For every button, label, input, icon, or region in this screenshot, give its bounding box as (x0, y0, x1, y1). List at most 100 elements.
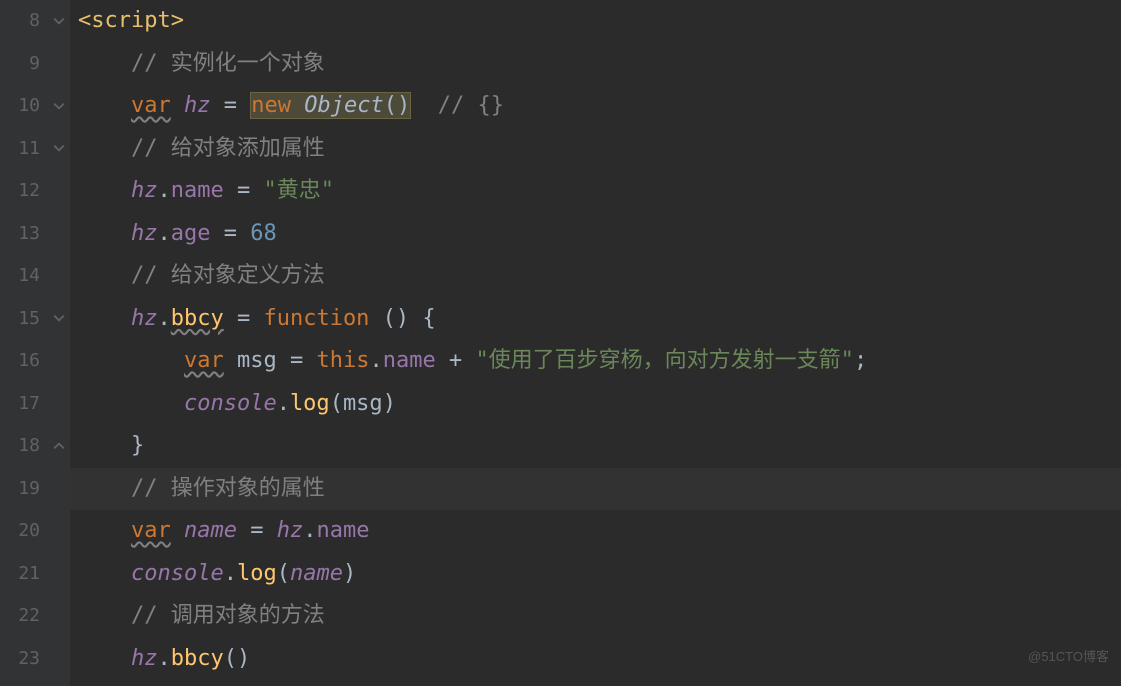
property: name (171, 178, 224, 203)
identifier: hz (131, 306, 158, 331)
code-line[interactable]: } (78, 425, 1121, 468)
keyword-var: var (131, 93, 171, 118)
code-line[interactable]: var name = hz.name (78, 510, 1121, 553)
comment-marker: // (131, 51, 158, 76)
line-number: 16 (0, 340, 40, 383)
code-line[interactable]: // 给对象添加属性 (78, 128, 1121, 171)
code-line[interactable]: hz.bbcy = function () { (78, 298, 1121, 341)
fold-end-icon[interactable] (52, 439, 66, 453)
line-number: 19 (0, 468, 40, 511)
paren-close: ) (343, 561, 356, 586)
line-number: 22 (0, 595, 40, 638)
object: console (184, 391, 277, 416)
equals: = (277, 348, 317, 373)
code-line[interactable]: hz.name = "黄忠" (78, 170, 1121, 213)
code-editor[interactable]: 8 9 10 11 12 13 14 15 16 17 18 19 20 21 … (0, 0, 1121, 686)
line-number: 15 (0, 298, 40, 341)
code-line-current[interactable]: // 操作对象的属性 (78, 468, 1121, 511)
argument: name (290, 561, 343, 586)
dot: . (157, 646, 170, 671)
dot: . (224, 561, 237, 586)
fold-icon[interactable] (52, 99, 66, 113)
line-number: 17 (0, 383, 40, 426)
line-number: 10 (0, 85, 40, 128)
code-line[interactable]: hz.age = 68 (78, 213, 1121, 256)
equals: = (210, 221, 250, 246)
line-number: 21 (0, 553, 40, 596)
tag-name: script (91, 8, 170, 33)
identifier: hz (131, 178, 158, 203)
comment-marker: // (131, 476, 158, 501)
dot: . (157, 221, 170, 246)
property: bbcy (171, 306, 224, 331)
comment-text: 给对象添加属性 (157, 136, 324, 161)
line-number: 12 (0, 170, 40, 213)
code-line[interactable]: <script> (78, 0, 1121, 43)
tag-close: > (171, 8, 184, 33)
object: console (131, 561, 224, 586)
dot: . (303, 518, 316, 543)
dot: . (157, 178, 170, 203)
method: log (290, 391, 330, 416)
comment-marker: // (131, 263, 158, 288)
code-line[interactable]: console.log(msg) (78, 383, 1121, 426)
parens: () (369, 306, 422, 331)
keyword-function: function (263, 306, 369, 331)
parens: () (384, 93, 411, 118)
code-line[interactable]: hz.bbcy() (78, 638, 1121, 681)
comment-marker: // (131, 603, 158, 628)
plus: + (436, 348, 476, 373)
paren-open: ( (330, 391, 343, 416)
line-number-gutter: 8 9 10 11 12 13 14 15 16 17 18 19 20 21 … (0, 0, 50, 686)
equals: = (224, 306, 264, 331)
keyword-var: var (184, 348, 224, 373)
code-content[interactable]: <script> // 实例化一个对象 var hz = new Object(… (70, 0, 1121, 686)
tag-open: < (78, 8, 91, 33)
property: name (383, 348, 436, 373)
string: "黄忠" (263, 178, 334, 203)
keyword-new: new (251, 93, 291, 118)
code-line[interactable]: var msg = this.name + "使用了百步穿杨，向对方发射一支箭"… (78, 340, 1121, 383)
watermark: @51CTO博客 (1028, 636, 1109, 679)
equals: = (224, 178, 264, 203)
parens: () (224, 646, 251, 671)
line-number: 18 (0, 425, 40, 468)
identifier: hz (184, 93, 211, 118)
fold-gutter (50, 0, 70, 686)
code-line[interactable]: // 实例化一个对象 (78, 43, 1121, 86)
comment-text: 调用对象的方法 (157, 603, 324, 628)
code-line[interactable]: // 给对象定义方法 (78, 255, 1121, 298)
number: 68 (250, 221, 277, 246)
comment-text: {} (464, 93, 504, 118)
line-number: 11 (0, 128, 40, 171)
comment-text: 操作对象的属性 (157, 476, 324, 501)
line-number: 13 (0, 213, 40, 256)
fold-icon[interactable] (52, 311, 66, 325)
identifier: hz (131, 646, 158, 671)
property: age (171, 221, 211, 246)
brace: { (422, 306, 435, 331)
semicolon: ; (854, 348, 867, 373)
object: hz (277, 518, 304, 543)
identifier: hz (131, 221, 158, 246)
fold-icon[interactable] (52, 141, 66, 155)
code-line[interactable]: // 调用对象的方法 (78, 595, 1121, 638)
comment-marker: // (131, 136, 158, 161)
identifier: msg (237, 348, 277, 373)
line-number: 14 (0, 255, 40, 298)
fold-icon[interactable] (52, 14, 66, 28)
argument: msg (343, 391, 383, 416)
paren-close: ) (383, 391, 396, 416)
line-number: 9 (0, 43, 40, 86)
comment-marker: // (438, 93, 465, 118)
property: name (316, 518, 369, 543)
code-line[interactable]: console.log(name) (78, 553, 1121, 596)
keyword-var: var (131, 518, 171, 543)
comment-text: 给对象定义方法 (157, 263, 324, 288)
brace: } (131, 433, 144, 458)
method: bbcy (171, 646, 224, 671)
paren-open: ( (277, 561, 290, 586)
code-line[interactable]: var hz = new Object() // {} (78, 85, 1121, 128)
equals: = (237, 518, 277, 543)
method: log (237, 561, 277, 586)
